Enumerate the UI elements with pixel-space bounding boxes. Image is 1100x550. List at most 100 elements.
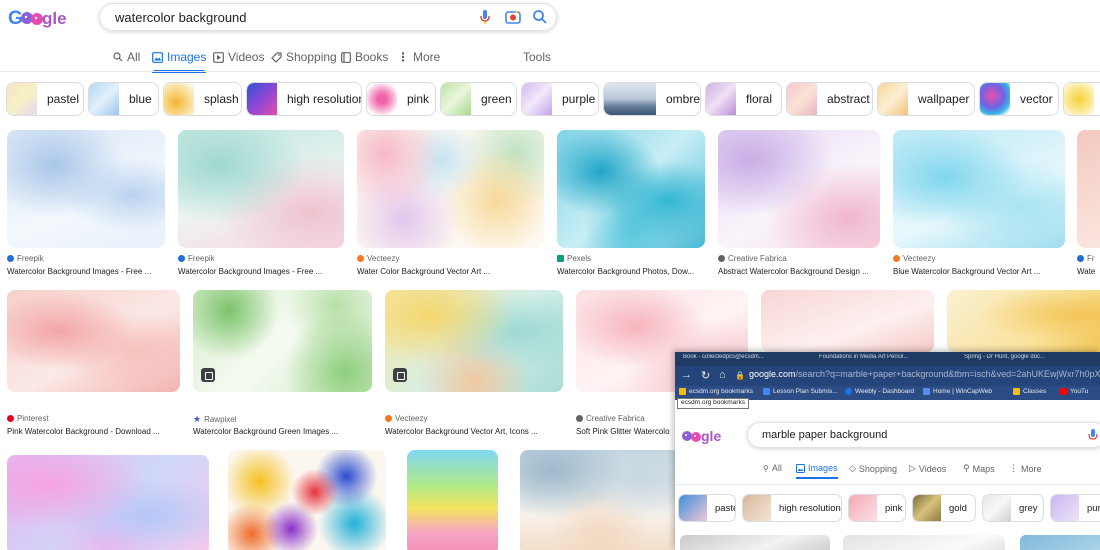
result-thumbnail[interactable] bbox=[557, 130, 705, 248]
tab-shopping[interactable]: ◇ Shopping bbox=[849, 463, 897, 474]
tab-all[interactable]: All bbox=[113, 46, 140, 68]
chip-pink[interactable]: pink bbox=[848, 494, 906, 522]
chip-gold[interactable]: gold bbox=[912, 494, 976, 522]
result-thumbnail[interactable] bbox=[718, 130, 880, 248]
result-thumbnail[interactable] bbox=[7, 290, 180, 392]
result-source[interactable]: Freepik bbox=[7, 254, 44, 263]
result-thumbnail[interactable] bbox=[7, 130, 165, 248]
search-input[interactable] bbox=[762, 429, 1022, 441]
chip-vector[interactable]: vector bbox=[979, 82, 1059, 116]
result-thumbnail[interactable] bbox=[7, 455, 209, 550]
result-title[interactable]: Watercolor Background Green Images ... bbox=[193, 427, 372, 436]
chip-pink[interactable]: pink bbox=[366, 82, 436, 116]
result-title[interactable]: Blue Watercolor Background Vector Art ..… bbox=[893, 267, 1065, 276]
result-title[interactable]: Watercolor Background Photos, Dow... bbox=[557, 267, 705, 276]
result-title[interactable]: Pink Watercolor Background - Download ..… bbox=[7, 427, 180, 436]
result-thumbnail[interactable] bbox=[680, 535, 830, 550]
search-box[interactable] bbox=[747, 422, 1100, 448]
bookmark-item[interactable]: YouTu bbox=[1060, 388, 1088, 395]
tab-maps[interactable]: ⚲ Maps bbox=[963, 463, 995, 474]
result-thumbnail[interactable] bbox=[407, 450, 498, 550]
result-title[interactable]: Watercolor Background Vector Art, Icons … bbox=[385, 427, 563, 436]
bookmark-item[interactable]: Lesson Plan Submis... bbox=[763, 388, 838, 395]
result-thumbnail[interactable] bbox=[843, 535, 1005, 550]
chip-blue[interactable]: blue bbox=[88, 82, 159, 116]
chip-ombre[interactable]: ombre bbox=[603, 82, 701, 116]
result-title[interactable]: Watercolor Background Images - Free ... bbox=[178, 267, 344, 276]
browser-tab[interactable]: Spring - Dr Hunt, google doc... bbox=[960, 354, 1085, 366]
chip-pastel[interactable]: pastel bbox=[6, 82, 84, 116]
result-title[interactable]: Water Color Background Vector Art ... bbox=[357, 267, 544, 276]
result-title[interactable]: Watercolor Background Images - Free ... bbox=[7, 267, 165, 276]
result-source[interactable]: Vecteezy bbox=[385, 414, 427, 423]
tab-images[interactable]: Images bbox=[796, 463, 838, 479]
bookmark-item[interactable]: ecsdm.org bookmarks bbox=[679, 388, 753, 395]
browser-tab[interactable]: Foundations in Media Art Pencil... bbox=[815, 354, 945, 366]
result-source[interactable]: Vecteezy bbox=[893, 254, 935, 263]
tab-shopping[interactable]: Shopping bbox=[271, 46, 337, 68]
result-thumbnail[interactable] bbox=[1077, 130, 1100, 248]
result-thumbnail[interactable] bbox=[1020, 535, 1100, 550]
result-thumbnail[interactable] bbox=[947, 290, 1100, 352]
result-source[interactable]: Creative Fabrica bbox=[718, 254, 787, 263]
tab-label: More bbox=[413, 50, 441, 64]
result-thumbnail[interactable] bbox=[357, 130, 544, 248]
address-bar[interactable]: google.com/search?q=marble+paper+backgro… bbox=[749, 369, 1100, 379]
bookmark-item[interactable]: Classes bbox=[1013, 388, 1046, 395]
result-thumbnail[interactable] bbox=[385, 290, 563, 392]
chip-green[interactable]: green bbox=[440, 82, 517, 116]
bookmark-item[interactable]: Weebly - Dashboard bbox=[845, 388, 914, 395]
result-thumbnail[interactable] bbox=[193, 290, 372, 392]
tab-more[interactable]: ⋮ More bbox=[397, 46, 440, 68]
chip-pastel[interactable]: pastel bbox=[678, 494, 736, 522]
browser-tab[interactable]: Book - collectedpcs@ecsdm... bbox=[679, 354, 799, 366]
search-icon[interactable] bbox=[531, 8, 549, 26]
tab-more[interactable]: ⋮ More bbox=[1009, 463, 1042, 474]
result-source[interactable]: ★ Rawpixel bbox=[193, 414, 237, 425]
google-doodle-logo[interactable]: G gle bbox=[8, 6, 72, 30]
result-source[interactable]: Freepik bbox=[178, 254, 215, 263]
result-source[interactable]: Pexels bbox=[557, 254, 591, 263]
forward-arrow-icon[interactable]: → bbox=[681, 369, 692, 381]
result-source[interactable]: Vecteezy bbox=[357, 254, 399, 263]
chip-floral[interactable]: floral bbox=[705, 82, 782, 116]
camera-lens-icon[interactable] bbox=[504, 8, 522, 26]
tools-button[interactable]: Tools bbox=[523, 46, 551, 68]
chip-purple[interactable]: purple bbox=[1050, 494, 1100, 522]
chip-abstract[interactable]: abstract bbox=[786, 82, 873, 116]
chip-label: pink bbox=[407, 92, 430, 106]
reload-icon[interactable]: ↻ bbox=[701, 369, 710, 382]
bookmark-item[interactable]: Home | WinCapWeb bbox=[923, 388, 992, 395]
tab-videos[interactable]: Videos bbox=[213, 46, 264, 68]
chip-high-resolution[interactable]: high resolution bbox=[742, 494, 842, 522]
result-source[interactable]: Creative Fabrica bbox=[576, 414, 645, 423]
chip-purple[interactable]: purple bbox=[521, 82, 599, 116]
chip-wallpaper[interactable]: wallpaper bbox=[877, 82, 975, 116]
result-thumbnail[interactable] bbox=[761, 290, 934, 352]
tab-videos[interactable]: ▷ Videos bbox=[909, 463, 946, 474]
chip-grey[interactable]: grey bbox=[982, 494, 1044, 522]
google-doodle-logo[interactable]: gle bbox=[679, 426, 731, 446]
chip-high-resolution[interactable]: high resolution bbox=[246, 82, 362, 116]
home-icon[interactable]: ⌂ bbox=[719, 369, 726, 381]
microphone-icon[interactable] bbox=[1086, 428, 1100, 442]
search-input[interactable] bbox=[115, 10, 445, 25]
result-thumbnail[interactable] bbox=[178, 130, 344, 248]
tab-books[interactable]: Books bbox=[341, 46, 388, 68]
result-thumbnail[interactable] bbox=[893, 130, 1065, 248]
browser-toolbar: → ↻ ⌂ 🔒 google.com/search?q=marble+paper… bbox=[675, 366, 1100, 386]
search-box[interactable] bbox=[99, 3, 557, 31]
tab-images[interactable]: Images bbox=[152, 46, 207, 73]
result-thumbnail[interactable] bbox=[228, 450, 386, 550]
result-thumbnail[interactable] bbox=[520, 450, 680, 550]
microphone-icon[interactable] bbox=[476, 8, 494, 26]
chip-yellow[interactable]: yellow bbox=[1063, 82, 1100, 116]
result-source[interactable]: Pinterest bbox=[7, 414, 49, 423]
result-title[interactable]: Abstract Watercolor Background Design ..… bbox=[718, 267, 880, 276]
result-source[interactable]: Fr bbox=[1077, 254, 1095, 263]
chip-splash[interactable]: splash bbox=[163, 82, 242, 116]
doc-icon bbox=[763, 388, 770, 395]
tab-all[interactable]: ⚲ All bbox=[763, 463, 782, 473]
result-title[interactable]: Wate bbox=[1077, 267, 1100, 276]
result-title[interactable]: Soft Pink Glitter Watercolo bbox=[576, 427, 676, 436]
